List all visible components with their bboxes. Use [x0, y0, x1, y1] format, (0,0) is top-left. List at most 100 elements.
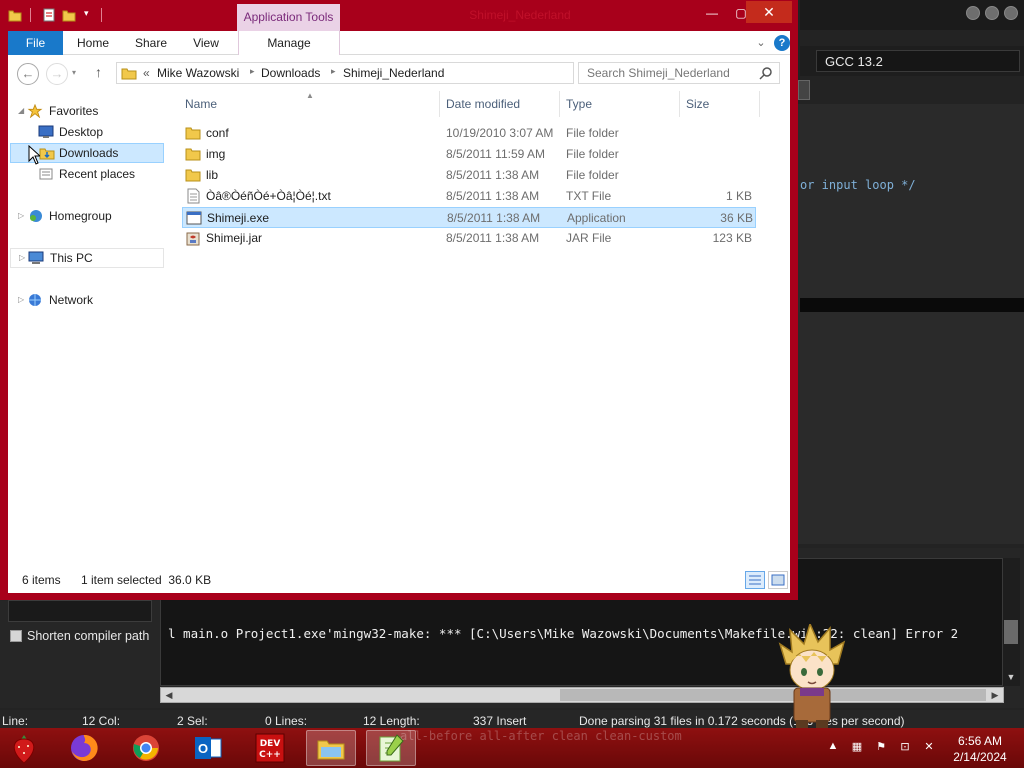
ide-toolbar-button[interactable] [798, 80, 810, 100]
file-row[interactable]: conf 10/19/2010 3:07 AM File folder [182, 123, 756, 144]
mouse-cursor-icon [28, 145, 40, 165]
tab-view[interactable]: View [184, 31, 228, 55]
tray-volume-muted-icon[interactable]: ✕ [922, 740, 936, 754]
file-row[interactable]: lib 8/5/2011 1:38 AM File folder [182, 165, 756, 186]
breadcrumb-chevron-icon[interactable]: ▸ [331, 66, 336, 77]
taskbar-devcpp[interactable]: DEV C++ [248, 730, 292, 766]
tray-overflow-icon[interactable]: ▲ [826, 740, 840, 754]
scroll-right-arrow-icon[interactable]: ▶ [988, 688, 1002, 702]
file-row[interactable]: img 8/5/2011 11:59 AM File folder [182, 144, 756, 165]
large-icons-view-button[interactable] [768, 571, 788, 589]
nav-favorites[interactable]: ◢ Favorites [8, 101, 164, 121]
application-icon [186, 211, 202, 225]
minimize-button[interactable]: — [698, 2, 726, 24]
file-row[interactable]: Òâ®ÒéñÒé+Òâ¦Òé¦.txt 8/5/2011 1:38 AM TXT F… [182, 186, 756, 207]
shimeji-mascot[interactable] [776, 624, 848, 728]
start-strawberry-icon [13, 735, 35, 764]
start-button[interactable] [2, 730, 46, 766]
network-icon [29, 294, 41, 306]
new-folder-icon[interactable] [62, 8, 76, 22]
column-header-size[interactable]: Size [686, 97, 709, 111]
file-type: File folder [566, 147, 619, 161]
ide-minimize-button[interactable] [966, 6, 980, 20]
tray-network-share-icon[interactable]: ▦ [850, 740, 864, 754]
address-segment-shimeji-nederland[interactable]: Shimeji_Nederland [343, 66, 444, 80]
ide-close-button[interactable] [1004, 6, 1018, 20]
file-list: ▲ Name Date modified Type Size conf 10/19… [178, 91, 790, 567]
tab-share[interactable]: Share [128, 31, 174, 55]
file-name: Shimeji.exe [207, 211, 270, 225]
column-separator[interactable] [439, 91, 440, 117]
file-row[interactable]: Shimeji.jar 8/5/2011 1:38 AM JAR File 123 K… [182, 228, 756, 249]
column-separator[interactable] [759, 91, 760, 117]
explorer-content: ◢ Favorites Desktop Downloads Recent pla… [8, 91, 790, 567]
nav-network[interactable]: ▷ Network [8, 290, 164, 310]
search-icon[interactable] [759, 66, 773, 80]
taskbar-firefox[interactable] [62, 730, 106, 766]
firefox-icon [71, 734, 98, 761]
ribbon-tab-bar: File Home Share View Manage ⌄ ? [8, 31, 790, 55]
tray-network-icon[interactable]: ⊡ [898, 740, 912, 754]
title-divider [101, 8, 102, 22]
recent-places-icon [39, 168, 53, 180]
nav-recent-places[interactable]: Recent places [8, 164, 164, 184]
folder-icon [185, 127, 201, 140]
up-button[interactable]: ↑ [95, 64, 102, 80]
scroll-down-arrow-icon[interactable]: ▼ [1004, 670, 1018, 684]
address-segment-mike-wazowski[interactable]: Mike Wazowski [157, 66, 239, 80]
taskbar-notepadpp[interactable] [366, 730, 416, 766]
compiler-select[interactable]: GCC 13.2 [816, 50, 1020, 72]
taskbar-outlook[interactable]: O [186, 730, 230, 766]
forward-button[interactable]: → [46, 63, 68, 85]
file-rows: conf 10/19/2010 3:07 AM File folder img 8/5/… [178, 123, 778, 263]
taskbar-chrome[interactable] [124, 730, 168, 766]
breadcrumb-chevron-icon[interactable]: ▸ [250, 66, 255, 77]
file-row[interactable]: Shimeji.exe 8/5/2011 1:38 AM Application 36… [182, 207, 756, 228]
column-header-date-modified[interactable]: Date modified [446, 97, 520, 111]
file-size: 1 KB [725, 189, 752, 203]
tab-file[interactable]: File [8, 31, 63, 55]
address-folder-icon [121, 68, 137, 80]
column-separator[interactable] [679, 91, 680, 117]
taskbar-clock[interactable]: 6:56 AM 2/14/2024 [944, 733, 1016, 765]
nav-homegroup[interactable]: ▷ Homegroup [8, 206, 164, 226]
column-separator[interactable] [559, 91, 560, 117]
ide-maximize-button[interactable] [985, 6, 999, 20]
nav-label: Favorites [49, 104, 99, 118]
scroll-left-arrow-icon[interactable]: ◀ [162, 688, 176, 702]
svg-text:DEV: DEV [260, 739, 281, 749]
navigation-pane: ◢ Favorites Desktop Downloads Recent pla… [8, 91, 168, 567]
address-segment-downloads[interactable]: Downloads [261, 66, 320, 80]
tray-flag-icon[interactable]: ⚑ [874, 740, 888, 754]
tab-manage[interactable]: Manage [238, 31, 340, 55]
close-button[interactable]: ✕ [746, 1, 792, 23]
tab-home[interactable]: Home [70, 31, 116, 55]
nav-this-pc[interactable]: ▷ This PC [10, 248, 164, 268]
address-overflow[interactable]: « [143, 66, 150, 80]
details-view-button[interactable] [745, 571, 765, 589]
code-editor[interactable] [796, 104, 1024, 544]
log-horizontal-scroll-thumb[interactable] [560, 689, 986, 701]
expand-ribbon-chevron-icon[interactable]: ⌄ [754, 35, 768, 51]
nav-desktop[interactable]: Desktop [8, 122, 164, 142]
column-header-name[interactable]: Name [185, 97, 217, 111]
customize-quick-access-icon[interactable]: ▾ [84, 8, 89, 19]
recent-locations-icon[interactable]: ▾ [72, 68, 76, 77]
status-insert: 337 Insert [473, 714, 527, 728]
desktop-icon [38, 125, 54, 138]
folder-icon [185, 169, 201, 182]
file-explorer-window: ▾ Application Tools Shimeji_Nederland — … [0, 0, 798, 600]
address-bar[interactable]: « Mike Wazowski ▸ Downloads ▸ Shimeji_Ne… [116, 62, 673, 84]
file-date: 8/5/2011 1:38 AM [447, 211, 541, 225]
column-header-type[interactable]: Type [566, 97, 592, 111]
log-vertical-scroll-thumb[interactable] [1004, 620, 1018, 644]
search-box[interactable]: Search Shimeji_Nederland [578, 62, 780, 84]
outlook-icon: O [195, 737, 222, 759]
properties-icon[interactable] [42, 8, 56, 22]
taskbar-file-explorer[interactable] [306, 730, 356, 766]
help-icon[interactable]: ? [774, 35, 790, 51]
back-button[interactable]: ← [17, 63, 39, 85]
selection-info: 1 item selected 36.0 KB [81, 573, 212, 587]
file-name: Shimeji.jar [206, 231, 263, 245]
shorten-compiler-path-checkbox[interactable] [10, 630, 22, 642]
